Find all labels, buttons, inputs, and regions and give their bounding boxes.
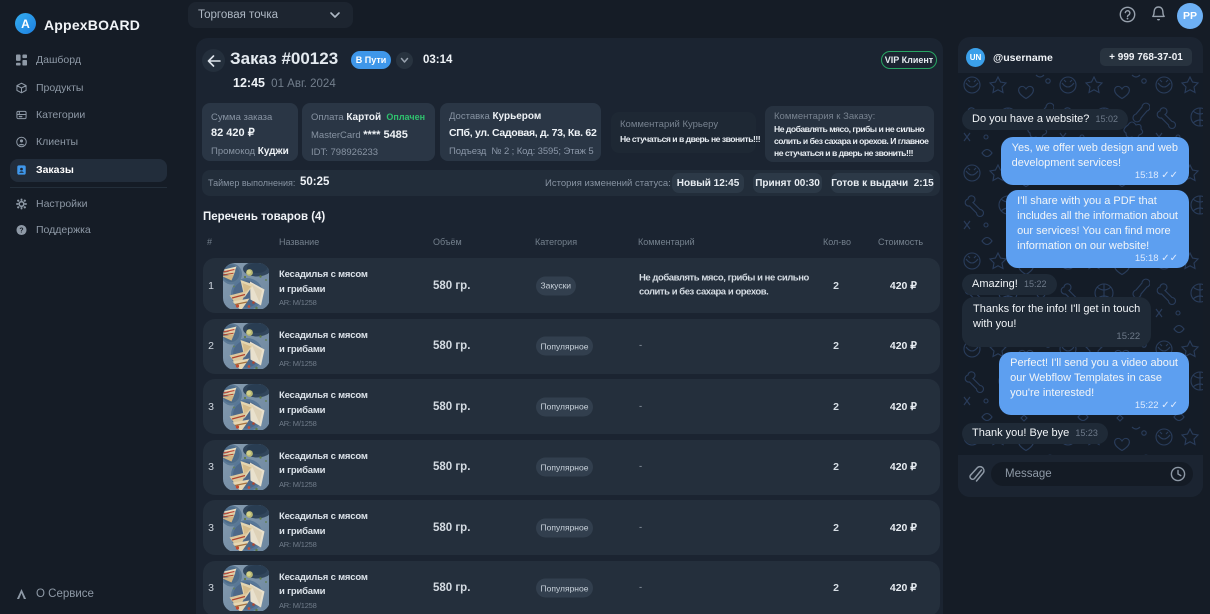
- svg-text:?: ?: [19, 227, 23, 234]
